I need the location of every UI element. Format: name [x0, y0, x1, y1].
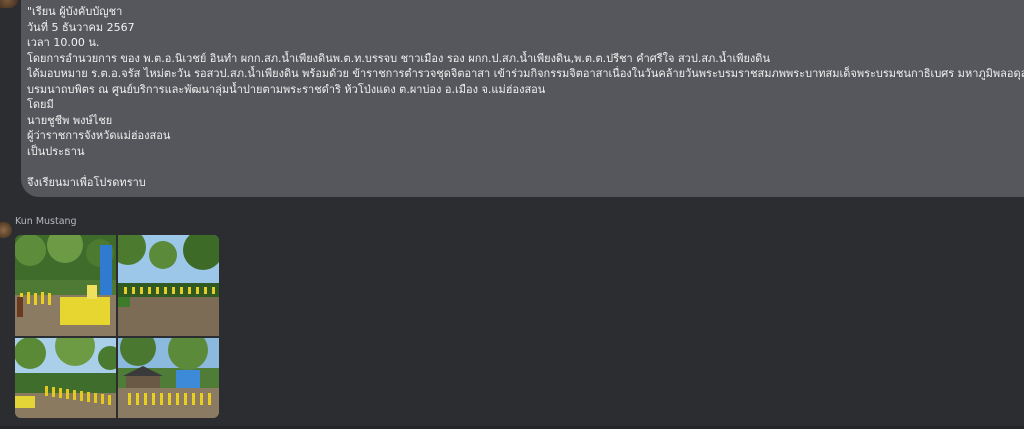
photo-1-image [15, 235, 116, 336]
photo-3[interactable] [15, 338, 116, 418]
message-line: ผู้ว่าราชการจังหวัดแม่ฮ่องสอน [27, 129, 171, 142]
photo-3-image [15, 338, 116, 418]
message-line: วันที่ 5 ธันวาคม 2567 [27, 20, 135, 34]
message-line: เป็นประธาน [27, 144, 85, 158]
message-bubble[interactable]: "เรียน ผู้บังคับบัญชา วันที่ 5 ธันวาคม 2… [21, 0, 1024, 197]
message-line: เวลา 10.00 น. [27, 36, 100, 49]
sender-name[interactable]: Kun Mustang [15, 216, 77, 227]
photo-grid [15, 235, 219, 418]
message-line: "เรียน ผู้บังคับบัญชา [27, 5, 123, 18]
message-line: บรมนาถบพิตร ณ ศูนย์บริการและพัฒนาลุ่มน้ำ… [27, 82, 546, 96]
sender-avatar[interactable] [0, 222, 12, 238]
photo-4[interactable] [118, 338, 219, 418]
photo-2[interactable] [118, 235, 219, 336]
message-line: โดยการอำนวยการ ของ พ.ต.อ.นิเวชย์ อินทำ ผ… [27, 51, 770, 65]
message-line: จึงเรียนมาเพื่อโปรดทราบ [27, 175, 146, 189]
message-line: ได้มอบหมาย ร.ต.อ.จรัส ไหม่ตะวัน รอสวป.สภ… [27, 67, 1024, 80]
previous-sender-avatar[interactable] [0, 0, 18, 8]
message-line: นายชูชีพ พงษ์ไชย [27, 113, 113, 127]
photo-1[interactable] [15, 235, 116, 336]
message-line: โดยมี [27, 98, 54, 111]
photo-2-image [118, 235, 219, 336]
chat-view: "เรียน ผู้บังคับบัญชา วันที่ 5 ธันวาคม 2… [0, 0, 1024, 429]
photo-4-image [118, 338, 219, 418]
